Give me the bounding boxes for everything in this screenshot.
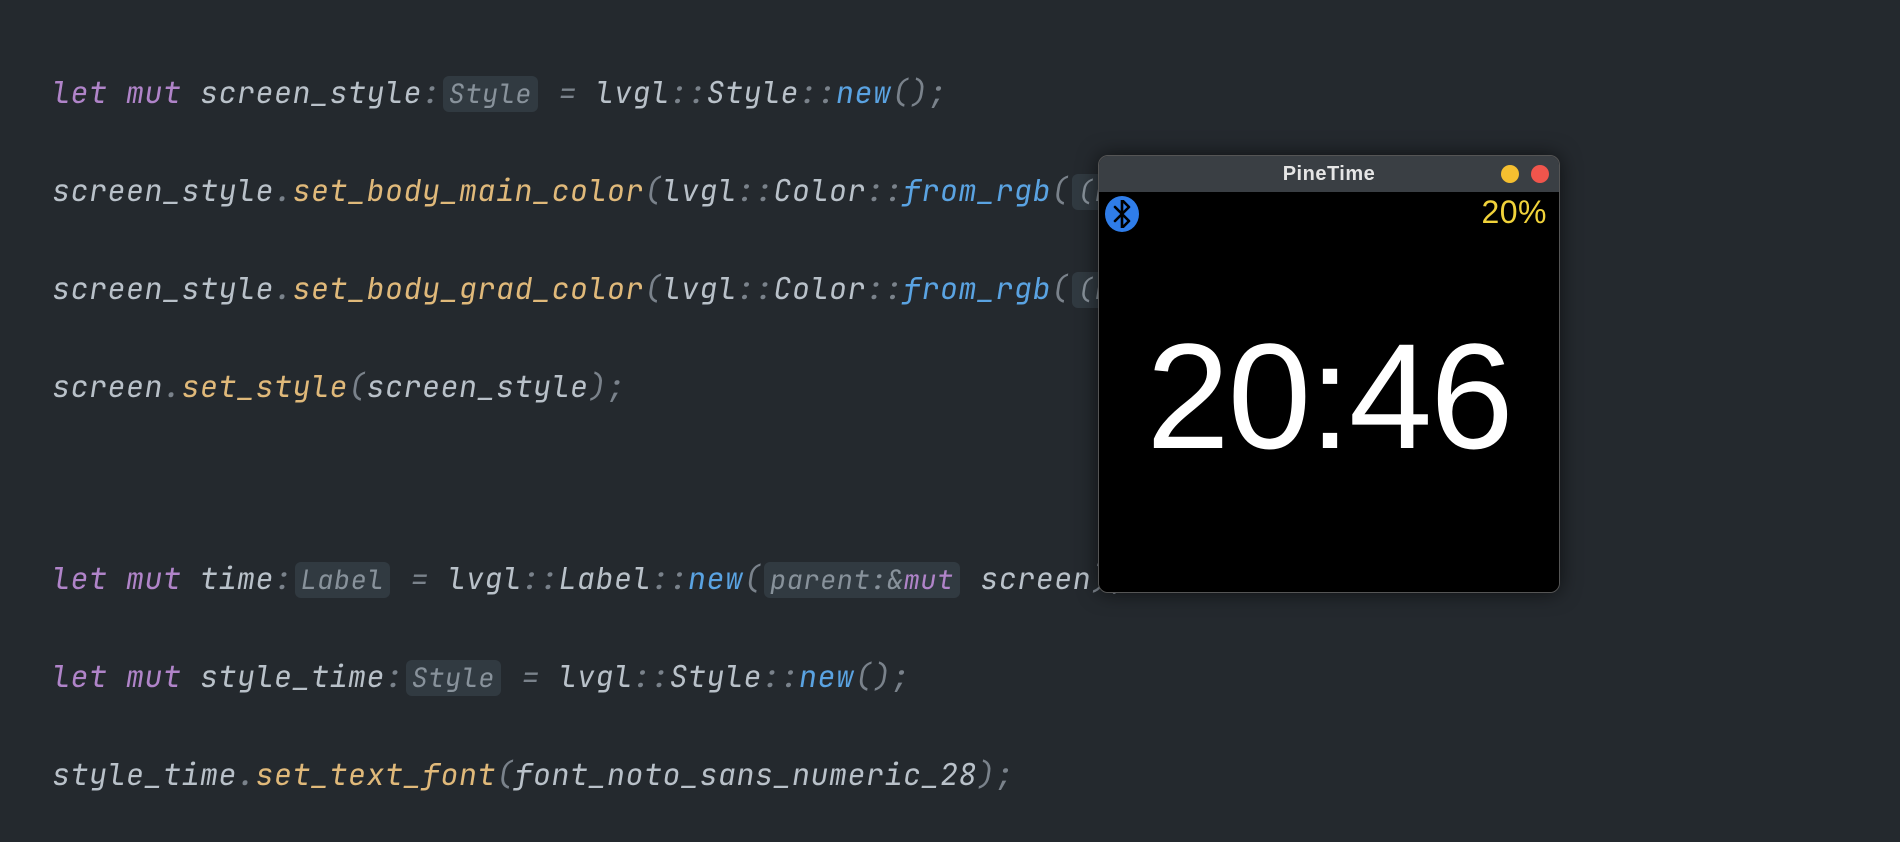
- simulator-window[interactable]: PineTime 20% 20:46: [1098, 155, 1560, 593]
- inlay-hint-type: Label: [295, 562, 391, 598]
- battery-percent: 20%: [1481, 194, 1547, 231]
- code-line: [52, 458, 1900, 506]
- bluetooth-icon: [1105, 196, 1139, 232]
- window-titlebar[interactable]: PineTime: [1099, 156, 1559, 192]
- code-editor[interactable]: let mut screen_style:Style = lvgl::Style…: [0, 0, 1900, 842]
- clock-time: 20:46: [1099, 310, 1559, 483]
- code-line: style_time.set_text_font(font_noto_sans_…: [52, 750, 1900, 798]
- code-line: let mut style_time:Style = lvgl::Style::…: [52, 652, 1900, 702]
- code-line: let mut time:Label = lvgl::Label::new(pa…: [52, 554, 1900, 604]
- minimize-button[interactable]: [1501, 165, 1519, 183]
- code-line: screen_style.set_body_grad_color(lvgl::C…: [52, 264, 1900, 314]
- inlay-hint-type: Style: [443, 76, 539, 112]
- code-line: let mut screen_style:Style = lvgl::Style…: [52, 68, 1900, 118]
- code-line: screen_style.set_body_main_color(lvgl::C…: [52, 166, 1900, 216]
- watch-screen: 20% 20:46: [1099, 192, 1559, 592]
- code-line: screen.set_style(screen_style);: [52, 362, 1900, 410]
- window-title: PineTime: [1283, 163, 1376, 186]
- inlay-hint-param: parent:&mut: [764, 562, 960, 598]
- close-button[interactable]: [1531, 165, 1549, 183]
- inlay-hint-type: Style: [406, 660, 502, 696]
- window-controls: [1501, 165, 1549, 183]
